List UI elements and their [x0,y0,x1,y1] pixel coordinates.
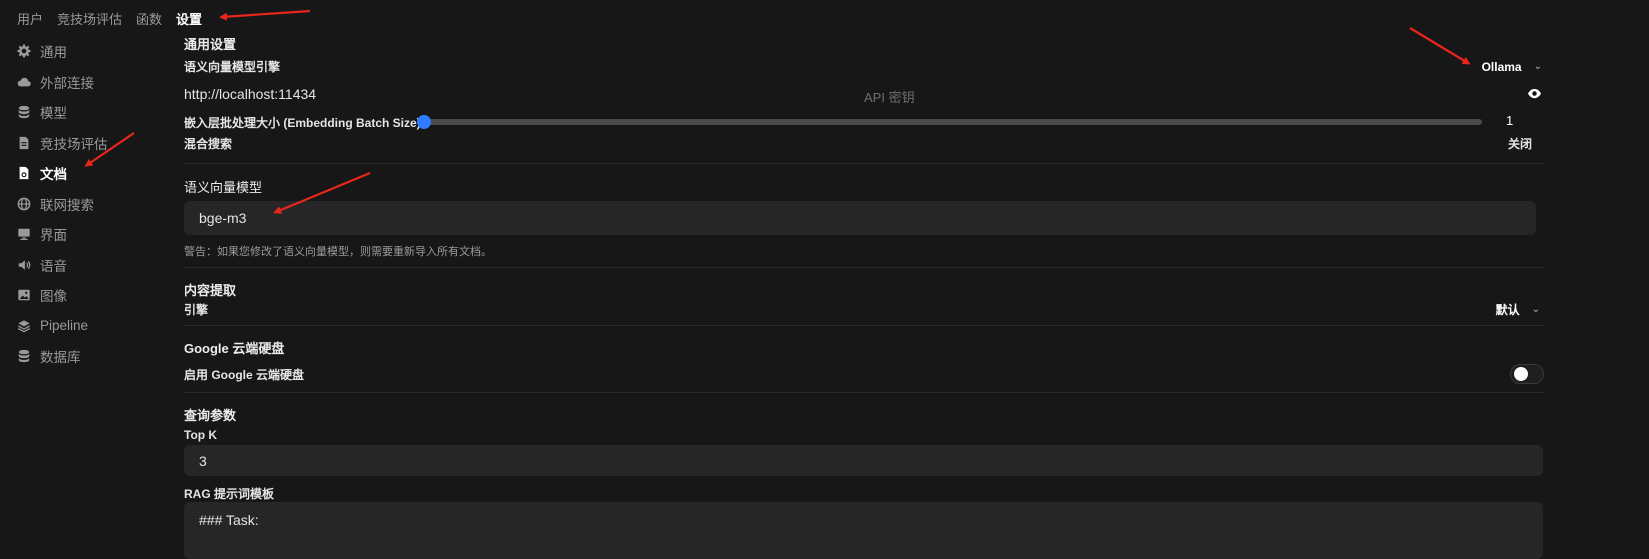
sidebar-item-label: 外部连接 [40,75,94,91]
embedding-model-input[interactable]: bge-m3 [184,201,1536,235]
embedding-engine-value: Ollama [1481,59,1522,74]
rag-template-textarea[interactable]: ### Task: [184,502,1543,559]
eye-icon[interactable] [1527,86,1542,106]
sidebar-item-label: 竞技场评估 [40,136,108,152]
query-params-title: 查询参数 [184,408,237,423]
chevron-down-icon: ⌄ [1531,304,1540,315]
sidebar-item-label: Pipeline [40,318,89,334]
layers-icon [17,319,31,333]
embedding-engine-select[interactable]: Ollama ⌄ [1482,60,1542,74]
hybrid-search-row: 混合搜索 关闭 [184,135,1532,152]
chevron-down-icon: ⌄ [1533,61,1542,72]
sidebar-item-web-search[interactable]: 联网搜索 [17,189,167,220]
top-k-input[interactable]: 3 [184,445,1543,476]
sidebar-item-label: 通用 [40,45,67,61]
document-lock-icon [17,166,31,180]
cloud-icon [17,75,31,89]
content-engine-value: 默认 [1495,303,1520,317]
connection-row: http://localhost:11434 API 密钥 [184,84,1542,106]
speaker-icon [17,258,31,272]
divider [184,325,1544,326]
google-drive-row: 启用 Google 云端硬盘 [184,364,1544,384]
sidebar-item-images[interactable]: 图像 [17,280,167,311]
embedding-warning: 警告：如果您修改了语义向量模型，则需要重新导入所有文档。 [184,246,492,258]
embedding-model-title: 语义向量模型 [184,180,263,195]
sidebar-item-interface[interactable]: 界面 [17,219,167,250]
divider [184,163,1544,164]
top-k-label: Top K [184,428,218,442]
top-k-value: 3 [199,452,207,469]
embedding-model-value: bge-m3 [199,210,247,226]
arrow-to-settings [219,9,311,21]
sidebar-item-general[interactable]: 通用 [17,36,167,67]
nav-functions[interactable]: 函数 [136,9,162,28]
sidebar-item-label: 图像 [40,289,67,305]
sidebar-item-label: 语音 [40,258,67,274]
embedding-engine-label: 语义向量模型引擎 [184,60,281,74]
document-icon [17,136,31,150]
batch-size-label: 嵌入层批处理大小 (Embedding Batch Size) [184,116,421,130]
batch-size-slider-thumb[interactable] [417,115,431,129]
nav-users[interactable]: 用户 [17,9,43,28]
google-drive-label: 启用 Google 云端硬盘 [184,367,305,382]
monitor-icon [17,227,31,241]
content-engine-label: 引擎 [184,303,209,317]
sidebar-item-label: 联网搜索 [40,197,94,213]
sidebar-item-label: 数据库 [40,350,81,366]
google-drive-title: Google 云端硬盘 [184,341,285,356]
sidebar-item-label: 文档 [40,167,67,183]
content-extraction-title: 内容提取 [184,283,237,298]
image-icon [17,288,31,302]
sidebar-item-label: 模型 [40,106,67,122]
divider [184,392,1544,393]
nav-settings[interactable]: 设置 [176,9,202,28]
sidebar-item-connections[interactable]: 外部连接 [17,67,167,98]
content-engine-select[interactable]: 默认 ⌄ [1496,301,1540,318]
toggle-knob [1514,367,1528,381]
google-drive-toggle[interactable] [1510,364,1544,384]
batch-size-value: 1 [1506,113,1514,128]
hybrid-search-toggle-text[interactable]: 关闭 [1508,135,1532,152]
sidebar-item-label: 界面 [40,228,67,244]
sidebar-item-pipeline[interactable]: Pipeline [17,311,167,342]
database-icon [17,349,31,363]
settings-sidebar: 通用 外部连接 模型 竞技场评估 文档 联网搜索 界面 语音 图像 Pipeli… [17,36,167,372]
globe-icon [17,197,31,211]
hybrid-search-label: 混合搜索 [184,137,233,151]
sidebar-item-arena[interactable]: 竞技场评估 [17,128,167,159]
rag-template-value: ### Task: [199,512,259,528]
rag-template-label: RAG 提示词模板 [184,487,275,501]
general-settings-title: 通用设置 [184,37,237,52]
sidebar-item-audio[interactable]: 语音 [17,250,167,281]
batch-size-row: 嵌入层批处理大小 (Embedding Batch Size) 1 [184,112,1542,132]
batch-size-slider[interactable] [424,119,1482,125]
gear-icon [17,44,31,58]
divider [184,267,1544,268]
embedding-engine-row: 语义向量模型引擎 Ollama ⌄ [184,58,1542,75]
sidebar-item-database[interactable]: 数据库 [17,341,167,372]
nav-arena[interactable]: 竞技场评估 [57,9,122,28]
content-engine-row: 引擎 默认 ⌄ [184,301,1540,318]
database-icon [17,105,31,119]
sidebar-item-documents[interactable]: 文档 [17,158,167,189]
sidebar-item-models[interactable]: 模型 [17,97,167,128]
top-nav: 用户 竞技场评估 函数 设置 [17,9,202,28]
ollama-url-input[interactable]: http://localhost:11434 [184,86,316,102]
api-key-input[interactable]: API 密钥 [864,87,915,106]
